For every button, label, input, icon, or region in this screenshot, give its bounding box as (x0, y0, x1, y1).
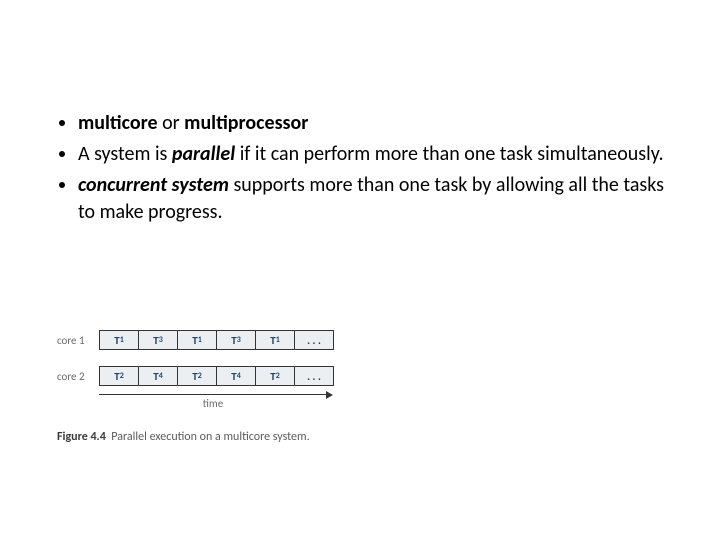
text: A system is (78, 142, 172, 166)
task-cell: T2 (178, 367, 217, 385)
figure-caption-text: Parallel execution on a multicore system… (111, 430, 309, 444)
task-cell: T3 (217, 331, 256, 349)
bullet-list: multicore or multiprocessor A system is … (50, 110, 680, 226)
axis-label: time (99, 397, 327, 410)
ellipsis-cell: . . . (295, 331, 333, 349)
text: if it can perform more than one task sim… (235, 142, 663, 166)
text-bold: multiprocessor (184, 111, 308, 135)
timeline-core-1: T1 T3 T1 T3 T1 . . . (99, 330, 334, 350)
slide: multicore or multiprocessor A system is … (0, 0, 720, 540)
task-cell: T1 (256, 331, 295, 349)
timeline-core-2: T2 T4 T2 T4 T2 . . . (99, 366, 334, 386)
bullet-1: multicore or multiprocessor (78, 110, 680, 137)
task-cell: T1 (178, 331, 217, 349)
arrow-right-icon (326, 391, 333, 399)
task-cell: T4 (139, 367, 178, 385)
core-row-1: core 1 T1 T3 T1 T3 T1 . . . (57, 330, 437, 350)
core-label: core 1 (57, 334, 99, 347)
figure-number: Figure 4.4 (57, 430, 106, 444)
text-bold: multicore (78, 111, 158, 135)
figure-caption: Figure 4.4 Parallel execution on a multi… (57, 430, 437, 444)
task-cell: T1 (100, 331, 139, 349)
core-label: core 2 (57, 370, 99, 383)
bullet-2: A system is parallel if it can perform m… (78, 141, 680, 168)
ellipsis-cell: . . . (295, 367, 333, 385)
axis-line (99, 394, 327, 395)
task-cell: T4 (217, 367, 256, 385)
text-bold-italic: concurrent system (78, 173, 229, 197)
time-axis: time (99, 394, 327, 410)
figure-4-4: core 1 T1 T3 T1 T3 T1 . . . core 2 T2 T4… (57, 330, 437, 444)
text-bold-italic: parallel (172, 142, 235, 166)
bullet-3: concurrent system supports more than one… (78, 172, 680, 226)
task-cell: T2 (100, 367, 139, 385)
task-cell: T3 (139, 331, 178, 349)
task-cell: T2 (256, 367, 295, 385)
core-row-2: core 2 T2 T4 T2 T4 T2 . . . (57, 366, 437, 386)
text: or (158, 111, 185, 135)
